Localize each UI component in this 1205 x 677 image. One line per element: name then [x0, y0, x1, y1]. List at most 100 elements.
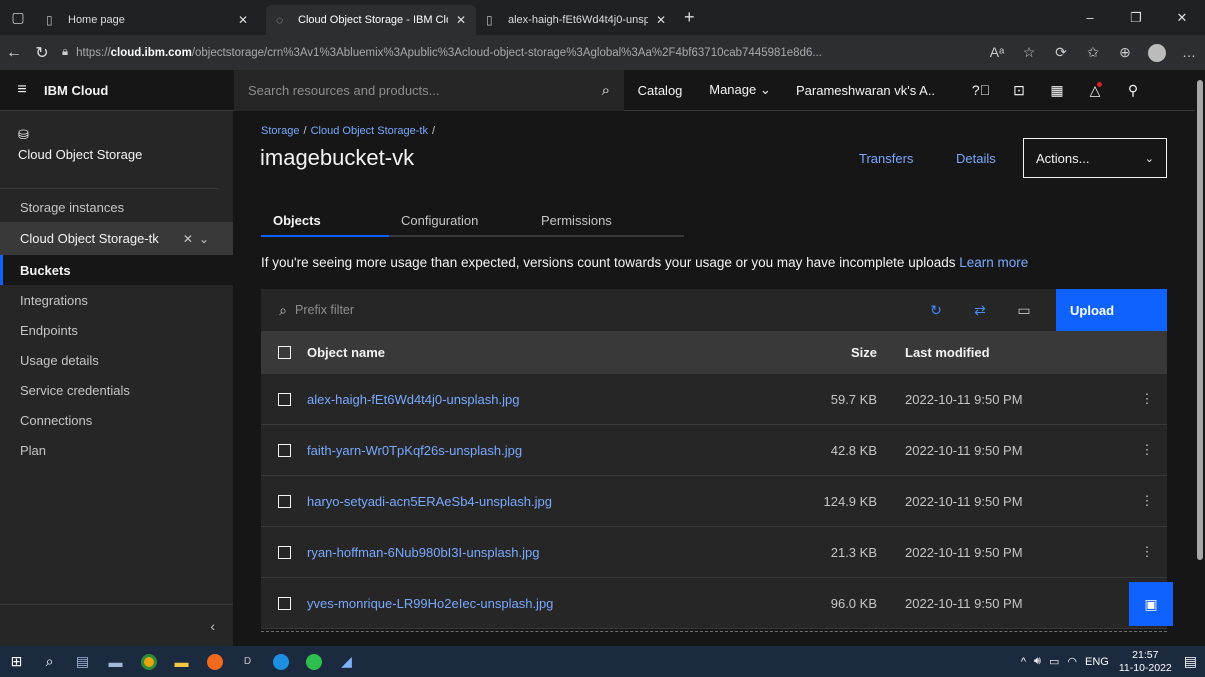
app-icon[interactable]	[198, 646, 231, 677]
chevron-up-icon[interactable]: ^	[1021, 656, 1026, 668]
sidebar-item-service-credentials[interactable]: Service credentials	[0, 375, 233, 405]
app-icon[interactable]: ▬	[99, 646, 132, 677]
table-row[interactable]: alex-haigh-fEt6Wd4t4j0-unsplash.jpg 59.7…	[261, 374, 1167, 425]
page-scrollbar[interactable]	[1195, 70, 1205, 646]
sidebar-item-plan[interactable]: Plan	[0, 435, 233, 465]
manage-menu[interactable]: Manage ⌄	[696, 82, 784, 98]
breadcrumb-storage[interactable]: Storage	[261, 125, 300, 137]
row-checkbox[interactable]	[261, 443, 307, 457]
cost-estimator-icon[interactable]: ⊡	[1000, 82, 1038, 99]
tab-objects[interactable]: Objects	[261, 209, 389, 237]
search-icon[interactable]: ⌕	[602, 82, 610, 99]
object-name-link[interactable]: faith-yarn-Wr0TpKqf26s-unsplash.jpg	[307, 443, 767, 458]
profile-avatar[interactable]	[1141, 43, 1173, 62]
hamburger-menu-icon[interactable]: ≡	[0, 81, 44, 99]
chrome-icon[interactable]	[132, 646, 165, 677]
close-icon[interactable]: ✕	[456, 13, 466, 27]
object-name-link[interactable]: ryan-hoffman-6Nub980bI3I-unsplash.jpg	[307, 545, 767, 560]
browser-tab-cos[interactable]: ◌ Cloud Object Storage - IBM Clou ✕	[266, 5, 476, 35]
sidebar-item-buckets[interactable]: Buckets	[0, 255, 233, 285]
table-row[interactable]: faith-yarn-Wr0TpKqf26s-unsplash.jpg 42.8…	[261, 425, 1167, 476]
actions-dropdown[interactable]: Actions... ⌄	[1023, 138, 1167, 178]
select-all-checkbox[interactable]	[261, 346, 307, 359]
column-object-name[interactable]: Object name	[307, 345, 767, 360]
close-icon[interactable]: ✕	[183, 232, 199, 246]
object-name-link[interactable]: alex-haigh-fEt6Wd4t4j0-unsplash.jpg	[307, 392, 767, 407]
wifi-icon[interactable]: ◠	[1067, 655, 1077, 668]
prefix-filter-input[interactable]: Prefix filter	[295, 303, 914, 317]
tab-configuration[interactable]: Configuration	[389, 209, 529, 235]
learn-more-link[interactable]: Learn more	[959, 255, 1028, 270]
edge-icon[interactable]	[264, 646, 297, 677]
read-aloud-icon[interactable]: Aᵃ	[981, 44, 1013, 60]
breadcrumb-instance[interactable]: Cloud Object Storage-tk	[311, 125, 428, 137]
app-icon[interactable]: D	[231, 646, 264, 677]
chat-icon[interactable]: ▣	[1129, 582, 1173, 626]
upload-button[interactable]: Upload	[1056, 289, 1167, 331]
sidebar-item-usage-details[interactable]: Usage details	[0, 345, 233, 375]
browser-tab-image[interactable]: ▯ alex-haigh-fEt6Wd4t4j0-unsplas ✕	[476, 5, 676, 35]
overflow-menu-icon[interactable]: ⋮	[1127, 442, 1167, 458]
tab-permissions[interactable]: Permissions	[529, 209, 684, 235]
collections-icon[interactable]: ⊕	[1109, 44, 1141, 61]
details-link[interactable]: Details	[956, 151, 996, 166]
overflow-menu-icon[interactable]: ⋮	[1127, 391, 1167, 407]
instance-selector[interactable]: Cloud Object Storage-tk ✕⌄	[0, 222, 233, 255]
favorite-add-icon[interactable]: ☆	[1013, 44, 1045, 61]
restore-icon[interactable]: ❐	[1113, 10, 1159, 26]
column-size[interactable]: Size	[767, 345, 877, 360]
app-icon[interactable]: ◢	[330, 646, 363, 677]
overflow-menu-icon[interactable]: ⋮	[1127, 544, 1167, 560]
calculator-icon[interactable]: ▦	[1038, 82, 1076, 99]
close-window-icon[interactable]: ✕	[1159, 10, 1205, 26]
file-explorer-icon[interactable]: ▬	[165, 646, 198, 677]
table-row[interactable]: haryo-setyadi-acn5ERAeSb4-unsplash.jpg 1…	[261, 476, 1167, 527]
browser-tab-home[interactable]: ▯ Home page ✕	[36, 5, 258, 35]
folder-icon[interactable]: ▭	[1002, 302, 1046, 319]
search-icon[interactable]: ⌕	[33, 646, 66, 677]
overflow-menu-icon[interactable]: ⋮	[1127, 493, 1167, 509]
whatsapp-icon[interactable]	[297, 646, 330, 677]
extension-icon[interactable]: ⟳	[1045, 44, 1077, 61]
object-name-link[interactable]: yves-monrique-LR99Ho2eIec-unsplash.jpg	[307, 596, 767, 611]
chevron-down-icon[interactable]: ⌄	[199, 232, 215, 246]
row-checkbox[interactable]	[261, 545, 307, 559]
scrollbar-thumb[interactable]	[1197, 80, 1203, 560]
close-icon[interactable]: ✕	[656, 13, 666, 27]
close-icon[interactable]: ✕	[238, 13, 248, 27]
table-row[interactable]: yves-monrique-LR99Ho2eIec-unsplash.jpg 9…	[261, 578, 1167, 629]
help-icon[interactable]: ?⃝	[962, 82, 1000, 99]
minimize-icon[interactable]: –	[1067, 10, 1113, 26]
url-field[interactable]: 🔒︎ https://cloud.ibm.com/objectstorage/c…	[62, 39, 975, 67]
window-menu-icon[interactable]: ▢	[0, 0, 36, 35]
sidebar-item-integrations[interactable]: Integrations	[0, 285, 233, 315]
windows-start-icon[interactable]: ⊞	[0, 646, 33, 677]
notifications-icon[interactable]: △	[1076, 81, 1114, 99]
user-icon[interactable]: ⚲	[1114, 82, 1152, 99]
drop-zone[interactable]	[261, 631, 1167, 646]
volume-icon[interactable]: 🔊︎	[1034, 655, 1041, 668]
more-icon[interactable]: …	[1173, 44, 1205, 60]
table-row[interactable]: ryan-hoffman-6Nub980bI3I-unsplash.jpg 21…	[261, 527, 1167, 578]
language-indicator[interactable]: ENG	[1085, 656, 1109, 668]
sidebar-item-connections[interactable]: Connections	[0, 405, 233, 435]
app-icon[interactable]: ▤	[66, 646, 99, 677]
search-input[interactable]: Search resources and products... ⌕	[234, 69, 624, 111]
favorites-icon[interactable]: ✩	[1077, 44, 1109, 61]
notifications-center-icon[interactable]: ▤	[1184, 653, 1197, 670]
sidebar-item-storage-instances[interactable]: Storage instances	[0, 192, 233, 222]
catalog-link[interactable]: Catalog	[624, 83, 696, 98]
transfers-link[interactable]: Transfers	[859, 151, 913, 166]
object-name-link[interactable]: haryo-setyadi-acn5ERAeSb4-unsplash.jpg	[307, 494, 767, 509]
row-checkbox[interactable]	[261, 596, 307, 610]
collapse-sidebar-button[interactable]: ‹	[0, 604, 233, 646]
row-checkbox[interactable]	[261, 494, 307, 508]
refresh-icon[interactable]: ↻	[28, 43, 56, 63]
clock[interactable]: 21:57 11-10-2022	[1119, 649, 1172, 675]
account-switcher[interactable]: Parameshwaran vk's A...	[784, 83, 934, 98]
sidebar-item-endpoints[interactable]: Endpoints	[0, 315, 233, 345]
row-checkbox[interactable]	[261, 392, 307, 406]
new-tab-button[interactable]: +	[684, 7, 695, 28]
refresh-icon[interactable]: ↻	[914, 302, 958, 319]
column-last-modified[interactable]: Last modified	[877, 345, 1127, 360]
